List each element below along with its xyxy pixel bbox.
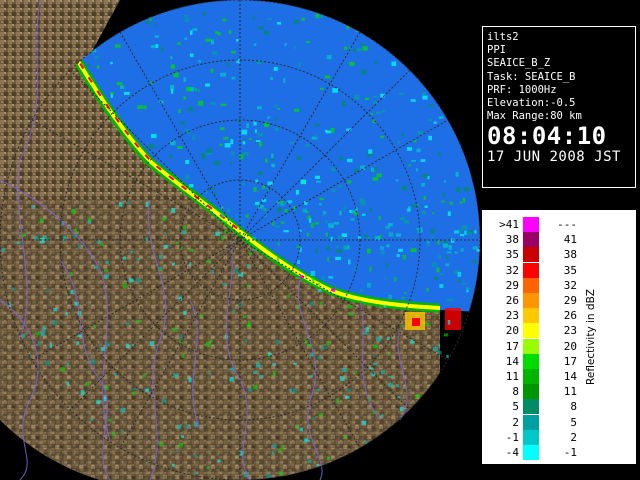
scan-type: PPI bbox=[487, 44, 506, 57]
legend-color-swatch bbox=[523, 232, 539, 248]
legend-low-value: 32 bbox=[505, 263, 519, 277]
legend-row: 17 20 bbox=[483, 338, 593, 355]
legend-low-value: 11 bbox=[505, 370, 519, 383]
legend-row: 11 14 bbox=[483, 369, 593, 385]
scan-info-panel: ilts2 PPI SEAICE_B_Z Task: SEAICE_B PRF:… bbox=[482, 26, 636, 188]
prf-value: PRF: 1000Hz bbox=[487, 83, 557, 96]
legend-low-value: 35 bbox=[505, 248, 519, 262]
legend-high-value: 29 bbox=[563, 294, 577, 307]
legend-row: 29 32 bbox=[483, 277, 593, 294]
legend-row: 25 bbox=[483, 414, 593, 431]
legend-low-value: 2 bbox=[512, 415, 519, 429]
legend-low-value: 17 bbox=[505, 339, 519, 353]
legend-color-swatch bbox=[523, 293, 539, 308]
legend-row: 23 26 bbox=[483, 308, 593, 324]
legend-color-swatch bbox=[523, 308, 539, 324]
legend-low-value: 38 bbox=[505, 233, 519, 247]
legend-low-value: 5 bbox=[512, 400, 519, 414]
legend-high-value: 26 bbox=[563, 309, 577, 323]
legend-high-value: 23 bbox=[563, 324, 577, 338]
legend-high-value: 5 bbox=[570, 415, 577, 429]
elevation-value: Elevation:-0.5 bbox=[487, 97, 576, 110]
legend-color-swatch bbox=[523, 414, 539, 430]
legend-row: 26 29 bbox=[483, 293, 593, 309]
radar-ppi-display bbox=[0, 0, 480, 480]
legend-row: >41 --- bbox=[483, 217, 593, 233]
legend-high-value: 20 bbox=[563, 339, 577, 353]
legend-row: -4 -1 bbox=[483, 445, 593, 461]
legend-color-swatch bbox=[523, 323, 539, 339]
legend-high-value: 35 bbox=[563, 263, 577, 277]
legend-row: 35 38 bbox=[483, 247, 593, 263]
legend-low-value: -1 bbox=[505, 430, 519, 444]
legend-high-value: 11 bbox=[563, 385, 577, 399]
legend-row: -1 2 bbox=[483, 429, 593, 446]
legend-color-swatch bbox=[523, 369, 539, 384]
legend-row: 58 bbox=[483, 399, 593, 415]
legend-high-value: 14 bbox=[563, 370, 577, 383]
legend-color-swatch bbox=[523, 445, 539, 460]
legend-row: 38 41 bbox=[483, 232, 593, 248]
legend-color-swatch bbox=[523, 277, 539, 293]
legend-color-swatch bbox=[523, 399, 539, 415]
legend-color-swatch bbox=[523, 247, 539, 263]
legend-low-value: 26 bbox=[505, 294, 519, 307]
legend-color-swatch bbox=[523, 338, 539, 354]
legend-low-value: 29 bbox=[505, 278, 519, 292]
legend-color-swatch bbox=[523, 429, 539, 445]
legend-color-swatch bbox=[523, 353, 539, 369]
legend-low-value: 14 bbox=[505, 354, 519, 368]
legend-high-value: -1 bbox=[563, 446, 577, 459]
legend-low-value: 20 bbox=[505, 324, 519, 338]
legend-low-value: 8 bbox=[512, 385, 519, 399]
scan-time: 08:04:10 bbox=[487, 122, 607, 151]
legend-low-value: -4 bbox=[505, 446, 519, 459]
legend-high-value: 41 bbox=[563, 233, 577, 247]
legend-high-value: --- bbox=[557, 218, 577, 231]
legend-title: Reflectivity in dBZ bbox=[585, 289, 597, 385]
reflectivity-legend: >41 --- 38 41 35 38 32 35 29 32 26 29 23 26 20 23 17 20 14… bbox=[482, 210, 636, 464]
task-name: Task: SEAICE_B bbox=[487, 70, 576, 83]
legend-row: 8 11 bbox=[483, 384, 593, 400]
scan-date: 17 JUN 2008 JST bbox=[487, 149, 621, 166]
legend-high-value: 2 bbox=[570, 430, 577, 444]
product-name: SEAICE_B_Z bbox=[487, 57, 551, 70]
legend-row: 14 17 bbox=[483, 353, 593, 370]
legend-color-swatch bbox=[523, 217, 539, 232]
legend-high-value: 17 bbox=[563, 354, 577, 368]
legend-low-value: >41 bbox=[499, 218, 519, 231]
legend-low-value: 23 bbox=[505, 309, 519, 323]
site-name: ilts2 bbox=[487, 31, 519, 43]
legend-color-swatch bbox=[523, 262, 539, 278]
legend-high-value: 32 bbox=[563, 278, 577, 292]
legend-row: 32 35 bbox=[483, 262, 593, 279]
legend-high-value: 8 bbox=[570, 400, 577, 414]
legend-high-value: 38 bbox=[563, 248, 577, 262]
legend-color-swatch bbox=[523, 384, 539, 400]
legend-row: 20 23 bbox=[483, 323, 593, 339]
